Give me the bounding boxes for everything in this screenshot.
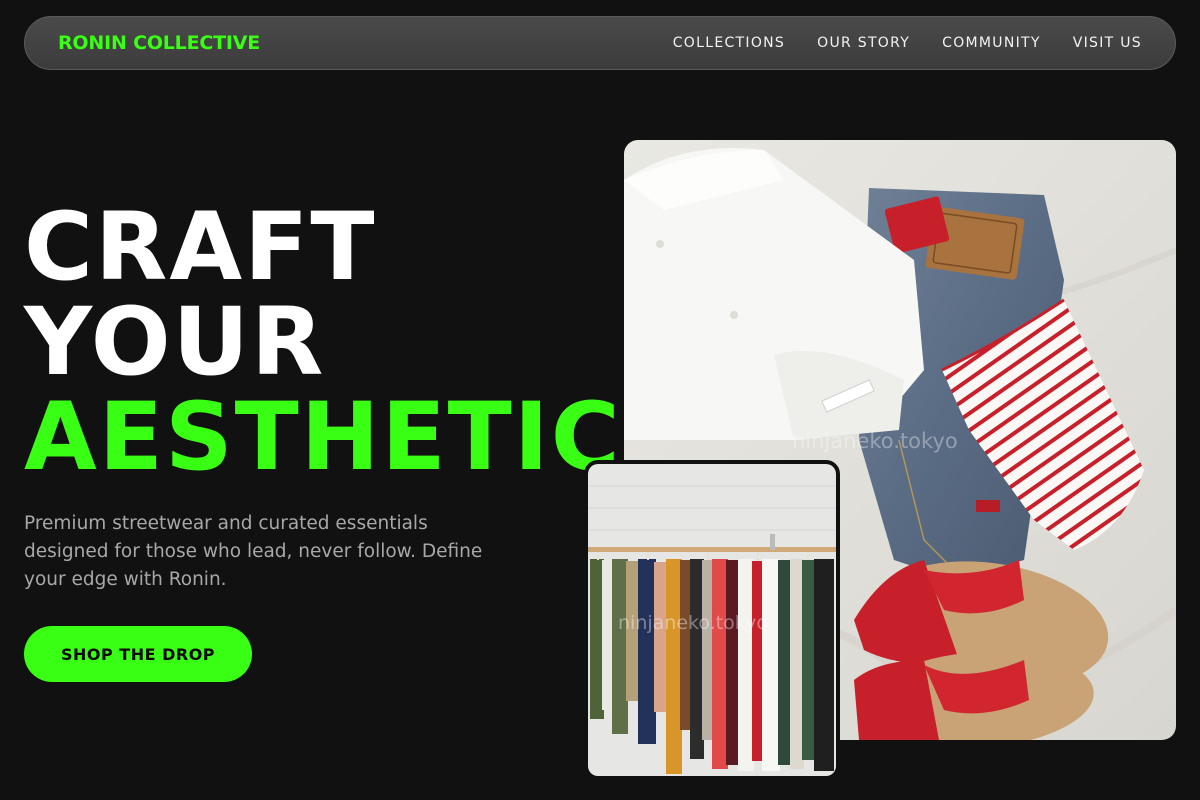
nav-links: COLLECTIONS OUR STORY COMMUNITY VISIT US	[673, 35, 1142, 51]
watermark-rack: ninjaneko.tokyo	[618, 612, 768, 634]
headline-line-3-accent: AESTHETIC	[24, 383, 622, 492]
nav-link-visit-us[interactable]: VISIT US	[1073, 35, 1142, 51]
brand-logo[interactable]: RONIN COLLECTIVE	[58, 32, 260, 54]
nav-link-collections[interactable]: COLLECTIONS	[673, 35, 785, 51]
watermark-main: ninjaneko.tokyo	[792, 429, 958, 453]
headline-line-2: YOUR	[24, 288, 326, 397]
nav-link-our-story[interactable]: OUR STORY	[817, 35, 910, 51]
hero-headline: CRAFT YOUR AESTHETIC	[24, 200, 622, 485]
top-navbar: RONIN COLLECTIVE COLLECTIONS OUR STORY C…	[24, 16, 1176, 70]
shop-the-drop-button[interactable]: SHOP THE DROP	[24, 626, 252, 682]
hero-subtitle: Premium streetwear and curated essential…	[24, 513, 483, 590]
headline-line-1: CRAFT	[24, 193, 377, 302]
nav-link-community[interactable]: COMMUNITY	[942, 35, 1041, 51]
clothing-rack-image: ninjaneko.tokyo	[584, 460, 840, 780]
